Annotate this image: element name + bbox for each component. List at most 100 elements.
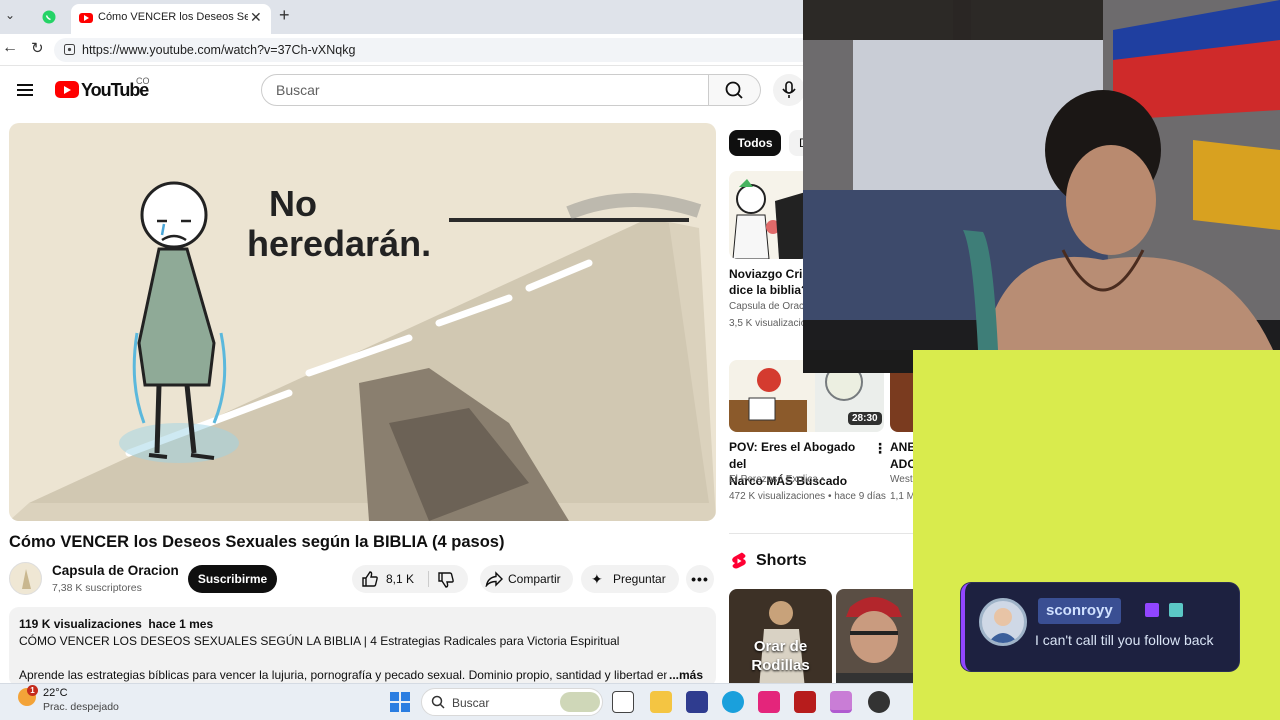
chat-message: I can't call till you follow back xyxy=(1035,632,1214,648)
dislike-icon[interactable] xyxy=(437,571,455,589)
windows-taskbar: 1 22°C Prac. despejado Buscar xyxy=(0,683,913,720)
recommendation-title-line1: Noviazgo Crist xyxy=(729,267,809,281)
edge-browser-icon[interactable] xyxy=(722,691,744,713)
recommendation-title-line1: POV: Eres el Abogado del xyxy=(729,440,856,471)
taskbar-search-label: Buscar xyxy=(452,696,490,710)
streaming-app-icon[interactable] xyxy=(830,691,852,713)
url-field[interactable]: https://www.youtube.com/watch?v=37Ch-vXN… xyxy=(54,38,803,62)
man-in-cap-thumbnail xyxy=(836,597,913,689)
chat-username: sconroyy xyxy=(1038,598,1121,624)
twitch-badge-icon xyxy=(1145,603,1159,617)
subscriber-count: 7,38 K suscriptores xyxy=(52,582,142,594)
description-box[interactable]: 119 K visualizaciones hace 1 mes CÓMO VE… xyxy=(9,607,716,687)
recommendation-channel[interactable]: El Perezoso Explica • xyxy=(729,474,824,485)
chat-alert: sconroyy I can't call till you follow ba… xyxy=(961,583,1239,671)
recommendation-channel[interactable]: Weste xyxy=(890,474,913,485)
reload-button[interactable]: ↻ xyxy=(31,39,44,57)
short-caption-line1: Orar de xyxy=(753,638,808,655)
microphone-icon xyxy=(782,81,796,98)
obs-icon[interactable] xyxy=(868,691,890,713)
tab-search-icon[interactable]: ⌄ xyxy=(2,8,18,26)
close-tab-icon[interactable]: ✕ xyxy=(250,9,262,26)
view-count: 119 K visualizaciones xyxy=(19,617,142,631)
like-icon[interactable] xyxy=(361,570,379,588)
praying-hands-icon xyxy=(22,569,31,589)
search-input[interactable] xyxy=(276,82,696,98)
file-explorer-icon[interactable] xyxy=(650,691,672,713)
youtube-logo-icon[interactable] xyxy=(55,81,79,98)
channel-avatar[interactable] xyxy=(9,562,42,595)
recommendation-title[interactable]: Noviazgo Crist dice la biblia? xyxy=(729,266,809,298)
search-icon xyxy=(725,81,743,99)
upload-date: hace 1 mes xyxy=(148,617,214,631)
shorts-icon xyxy=(732,552,746,569)
video-duration: 28:30 xyxy=(848,412,882,425)
short-caption-line2: Rodillas xyxy=(751,657,810,674)
chip-all[interactable]: Todos xyxy=(729,130,781,156)
country-code: CO xyxy=(136,76,150,86)
search-highlight-image xyxy=(560,692,600,712)
browser-tab-bar: ⌄ Cómo VENCER los Deseos Sexuale ✕ + xyxy=(0,0,803,34)
more-actions-button[interactable]: ••• xyxy=(686,565,714,593)
short-thumbnail[interactable]: Orar de Rodillas xyxy=(729,589,832,689)
brave-icon[interactable] xyxy=(794,691,816,713)
thumbnail-text-line2: heredarán. xyxy=(247,223,432,264)
recommendation-views: 472 K visualizaciones • hace 9 días xyxy=(729,491,886,502)
share-label: Compartir xyxy=(508,572,561,586)
recommendation-title-line2: dice la biblia? xyxy=(729,283,809,297)
notification-badge: 1 xyxy=(27,685,38,696)
browser-tab-active[interactable]: Cómo VENCER los Deseos Sexuale ✕ xyxy=(71,4,271,34)
taskbar-search[interactable]: Buscar xyxy=(421,688,603,716)
store-icon[interactable] xyxy=(686,691,708,713)
short-thumbnail[interactable] xyxy=(836,589,913,689)
url-text: https://www.youtube.com/watch?v=37Ch-vXN… xyxy=(82,43,356,57)
search-icon xyxy=(431,695,445,709)
description-stats: 119 K visualizaciones hace 1 mes xyxy=(19,617,213,631)
new-tab-button[interactable]: + xyxy=(279,5,290,26)
cartoon-couple-thumbnail xyxy=(732,179,809,259)
subscriber-badge-icon xyxy=(1169,603,1183,617)
description-more-link[interactable]: ...más xyxy=(667,668,704,682)
media-app-icon[interactable] xyxy=(758,691,780,713)
recommendation-title-line2: ADO xyxy=(890,457,913,471)
task-view-icon[interactable] xyxy=(612,691,634,713)
search-button[interactable] xyxy=(709,74,761,106)
tab-title: Cómo VENCER los Deseos Sexuale xyxy=(98,11,248,23)
youtube-favicon-icon xyxy=(79,13,93,23)
short-caption: Orar de Rodillas xyxy=(729,637,832,675)
share-button[interactable]: Compartir xyxy=(480,565,573,593)
recommendation-views: 3,5 K visualizacio xyxy=(729,318,807,329)
recommendation-title-line1: ANE xyxy=(890,440,913,454)
webcam-overlay xyxy=(803,0,1280,350)
recommendation-title[interactable]: ANE ADO xyxy=(890,439,913,473)
baby-avatar-icon xyxy=(988,608,1018,643)
shorts-section-title: Shorts xyxy=(756,552,807,569)
like-count[interactable]: 8,1 K xyxy=(386,565,414,593)
webcam-shadow-strip xyxy=(803,350,913,373)
section-divider xyxy=(729,533,913,534)
whatsapp-tab-icon[interactable] xyxy=(38,6,60,28)
like-dislike-group: 8,1 K xyxy=(352,565,468,593)
description-line2: Aprende las estrategias bíblicas para ve… xyxy=(19,668,669,682)
more-options-icon[interactable]: ⋮ xyxy=(873,440,887,457)
search-box[interactable] xyxy=(261,74,709,106)
recommendation-channel[interactable]: Capsula de Oraci xyxy=(729,301,806,312)
windows-start-icon[interactable] xyxy=(390,692,410,712)
ask-button[interactable]: ✦ Preguntar xyxy=(581,565,679,593)
voice-search-button[interactable] xyxy=(773,74,805,106)
recommendation-thumbnail[interactable] xyxy=(729,171,809,259)
chat-user-avatar xyxy=(979,598,1027,646)
site-info-icon[interactable] xyxy=(64,44,75,55)
video-player[interactable]: No heredarán. xyxy=(9,123,716,521)
browser-address-bar: ← ↻ https://www.youtube.com/watch?v=37Ch… xyxy=(0,34,803,66)
like-divider xyxy=(428,571,429,587)
weather-description[interactable]: Prac. despejado xyxy=(43,701,119,713)
webcam-feed-image xyxy=(803,0,1280,350)
weather-temperature[interactable]: 22°C xyxy=(43,687,68,699)
subscribe-button[interactable]: Suscribirme xyxy=(188,565,277,593)
channel-name[interactable]: Capsula de Oracion xyxy=(52,563,179,578)
thumbnail-text-line1: No xyxy=(269,183,317,224)
menu-icon[interactable] xyxy=(17,84,33,96)
back-button[interactable]: ← xyxy=(2,39,18,57)
video-frame-illustration xyxy=(9,181,716,521)
